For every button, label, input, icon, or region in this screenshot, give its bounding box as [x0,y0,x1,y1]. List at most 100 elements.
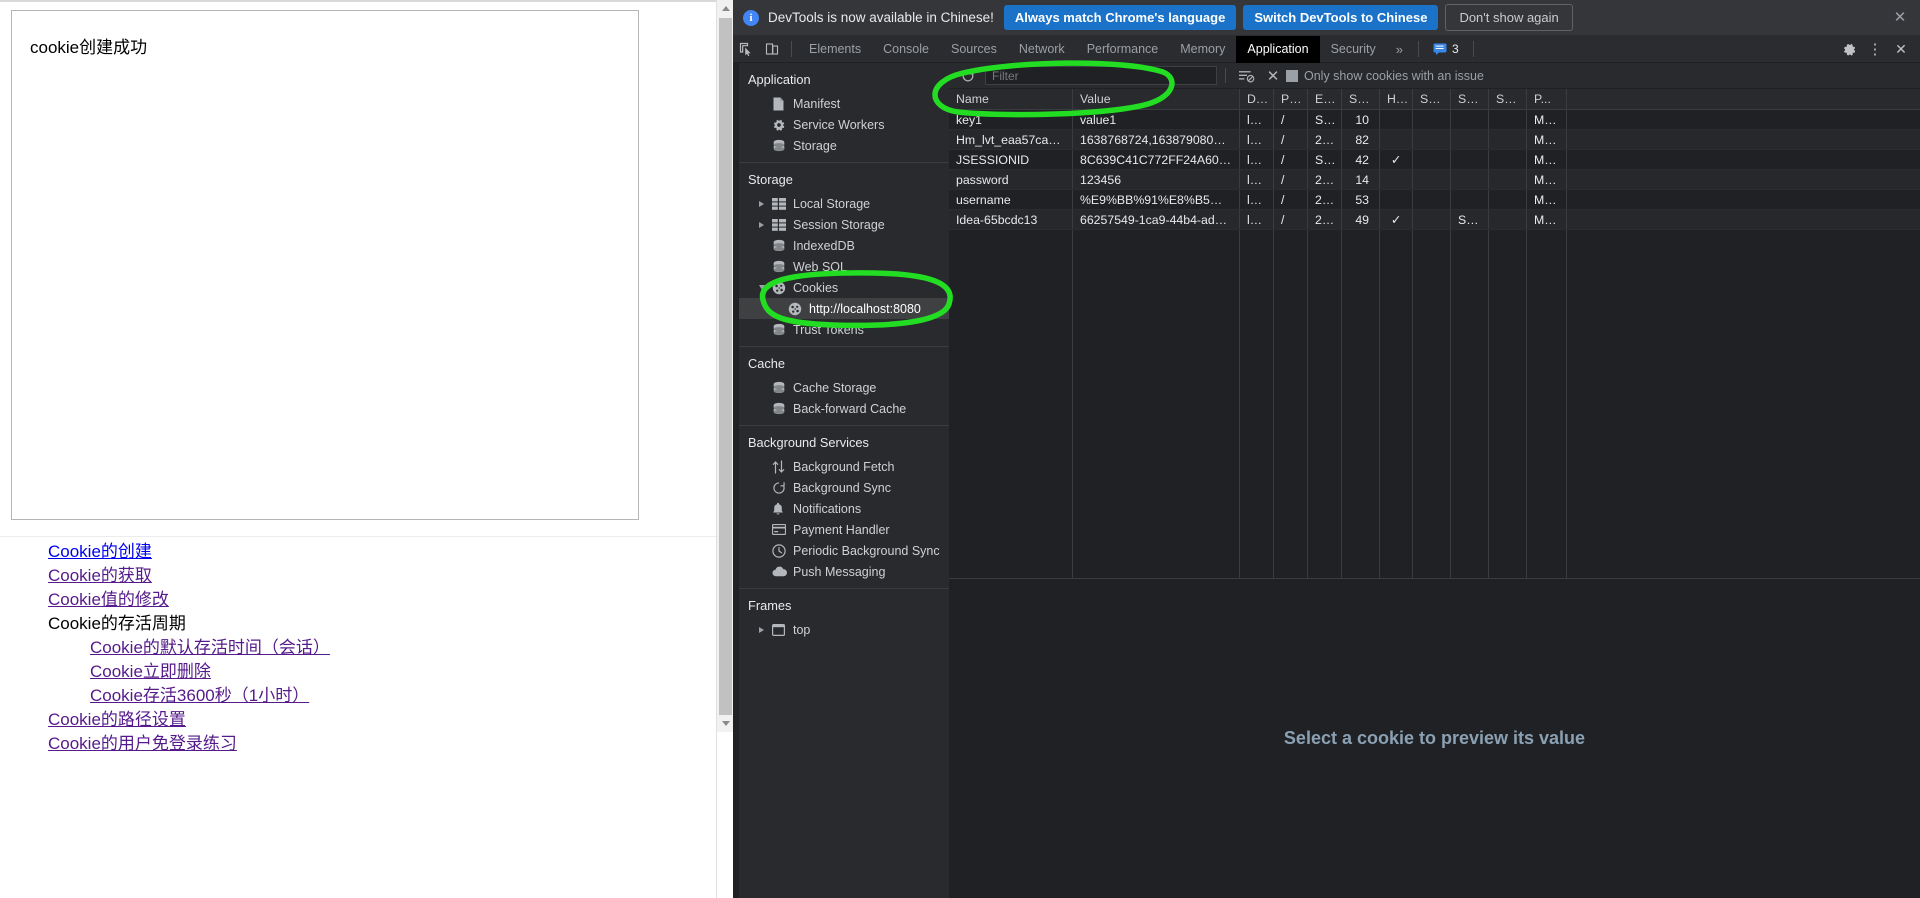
cell-samesite2[interactable] [1489,110,1527,129]
cell-size[interactable]: 14 [1342,170,1380,189]
cell-name[interactable]: password [949,170,1073,189]
table-row[interactable]: JSESSIONID 8C639C41C772FF24A6085B... loc..… [949,150,1920,170]
cookie-demo-link[interactable]: Cookie的用户免登录练习 [48,734,237,753]
sidebar-item-push-messaging[interactable]: Push Messaging [739,561,949,582]
cookie-demo-link[interactable]: Cookie的默认存活时间（会话） [90,638,330,657]
cell-samesite2[interactable] [1489,210,1527,229]
cell-priority[interactable]: Me... [1527,170,1567,189]
column-header[interactable]: Ht... [1380,89,1413,109]
sidebar-item-indexeddb[interactable]: IndexedDB [739,235,949,256]
cell-name[interactable]: JSESSIONID [949,150,1073,169]
scrollbar-down-arrow[interactable] [717,715,734,732]
tab-sources[interactable]: Sources [940,36,1008,63]
clear-filtered-cookies-icon[interactable] [1234,63,1260,89]
more-options-menu-icon[interactable]: ⋮ [1862,36,1888,62]
cell-samesite[interactable] [1451,170,1489,189]
chevron-right-icon[interactable] [759,200,772,207]
cell-secure[interactable] [1413,150,1451,169]
cell-secure[interactable] [1413,170,1451,189]
scrollbar-thumb[interactable] [719,18,732,718]
cell-domain[interactable]: loc... [1240,170,1274,189]
cell-secure[interactable] [1413,130,1451,149]
cell-size[interactable]: 49 [1342,210,1380,229]
inspect-element-icon[interactable] [733,36,759,62]
column-header[interactable]: Size [1342,89,1380,109]
cell-value[interactable]: %E9%BB%91%E8%B5%B7%... [1073,190,1240,209]
only-issues-checkbox[interactable] [1286,69,1298,82]
cell-expires[interactable]: 20... [1308,190,1342,209]
close-banner-icon[interactable]: ✕ [1892,10,1908,26]
tab-console[interactable]: Console [872,36,940,63]
chevron-right-icon[interactable] [759,626,772,633]
column-header[interactable]: Name [949,89,1073,109]
cookie-demo-link[interactable]: Cookie存活3600秒（1小时） [90,686,309,705]
sidebar-item-cache-storage[interactable]: Cache Storage [739,377,949,398]
cell-domain[interactable]: loc... [1240,210,1274,229]
scrollbar-up-arrow[interactable] [717,0,734,17]
cell-size[interactable]: 42 [1342,150,1380,169]
cell-httponly[interactable] [1380,170,1413,189]
cell-httponly[interactable] [1380,130,1413,149]
table-row[interactable]: password 123456 loc.../20... 14 Me... [949,170,1920,190]
cell-expires[interactable]: Se... [1308,150,1342,169]
cell-priority[interactable]: Me... [1527,130,1567,149]
filter-input[interactable] [985,66,1217,85]
cell-samesite[interactable] [1451,150,1489,169]
tab-network[interactable]: Network [1008,36,1076,63]
column-header[interactable]: Sa... [1489,89,1527,109]
column-header[interactable]: Sa... [1451,89,1489,109]
cell-value[interactable]: 123456 [1073,170,1240,189]
cell-domain[interactable]: loc... [1240,110,1274,129]
switch-to-chinese-button[interactable]: Switch DevTools to Chinese [1243,5,1439,30]
issues-badge[interactable]: 3 [1425,42,1467,56]
cookie-demo-link[interactable]: Cookie的路径设置 [48,710,186,729]
cell-samesite2[interactable] [1489,150,1527,169]
column-header[interactable]: Path [1274,89,1308,109]
cell-samesite2[interactable] [1489,170,1527,189]
sidebar-item-background-fetch[interactable]: Background Fetch [739,456,949,477]
more-tabs-icon[interactable]: » [1387,42,1412,57]
sidebar-item-background-sync[interactable]: Background Sync [739,477,949,498]
cell-path[interactable]: / [1274,110,1308,129]
cell-name[interactable]: Hm_lvt_eaa57ca4... [949,130,1073,149]
column-header[interactable]: Do... [1240,89,1274,109]
sidebar-item-cookies[interactable]: Cookies [739,277,949,298]
refresh-icon[interactable] [955,63,981,89]
sidebar-item-session-storage[interactable]: Session Storage [739,214,949,235]
table-row[interactable]: Idea-65bcdc13 66257549-1ca9-44b4-ad0a-...… [949,210,1920,230]
sidebar-item-notifications[interactable]: Notifications [739,498,949,519]
cookie-demo-link[interactable]: Cookie值的修改 [48,590,169,609]
cell-domain[interactable]: loc... [1240,130,1274,149]
cell-expires[interactable]: 20... [1308,130,1342,149]
cell-domain[interactable]: loc... [1240,190,1274,209]
sidebar-item-manifest[interactable]: Manifest [739,93,949,114]
sidebar-item-http-localhost-8080[interactable]: http://localhost:8080 [739,298,949,319]
cell-expires[interactable]: Se... [1308,110,1342,129]
cell-path[interactable]: / [1274,190,1308,209]
cookie-demo-link[interactable]: Cookie的创建 [48,542,152,561]
cell-httponly[interactable] [1380,190,1413,209]
cell-priority[interactable]: Me... [1527,210,1567,229]
cell-samesite[interactable]: Str... [1451,210,1489,229]
column-header[interactable]: Se... [1413,89,1451,109]
column-header[interactable]: P... [1527,89,1567,109]
sidebar-item-web-sql[interactable]: Web SQL [739,256,949,277]
cell-name[interactable]: username [949,190,1073,209]
cell-path[interactable]: / [1274,170,1308,189]
cell-secure[interactable] [1413,110,1451,129]
cell-samesite[interactable] [1451,190,1489,209]
cell-samesite[interactable] [1451,130,1489,149]
cell-httponly[interactable]: ✓ [1380,210,1413,229]
cookie-demo-link[interactable]: Cookie立即删除 [90,662,211,681]
cookie-demo-link[interactable]: Cookie的获取 [48,566,152,585]
clear-all-cookies-icon[interactable]: ✕ [1260,63,1286,89]
chevron-down-icon[interactable] [759,285,772,290]
cell-samesite2[interactable] [1489,130,1527,149]
always-match-language-button[interactable]: Always match Chrome's language [1003,5,1237,30]
sidebar-item-periodic-background-sync[interactable]: Periodic Background Sync [739,540,949,561]
table-row[interactable]: key1 value1 loc... / Se... 10 Me... [949,110,1920,130]
column-header[interactable]: Ex... [1308,89,1342,109]
tab-application[interactable]: Application [1236,35,1320,63]
sidebar-item-storage[interactable]: Storage [739,135,949,156]
sidebar-item-local-storage[interactable]: Local Storage [739,193,949,214]
